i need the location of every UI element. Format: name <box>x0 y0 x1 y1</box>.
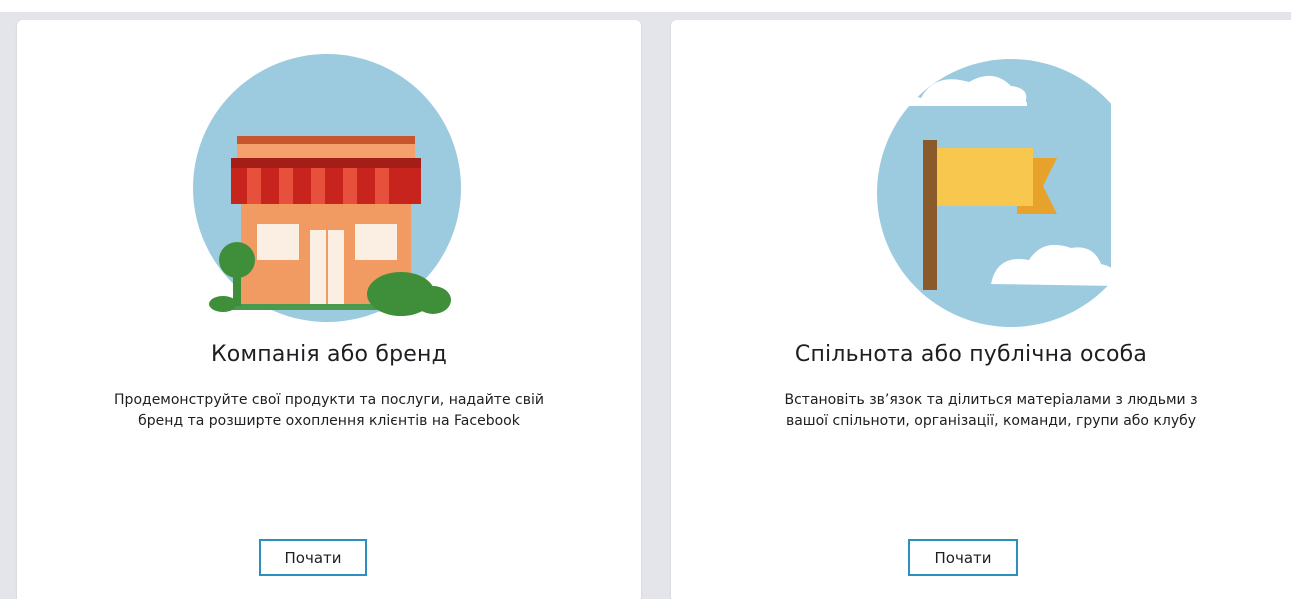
card-description-line: бренд та розширте охоплення клієнтів на … <box>138 413 520 429</box>
card-description-line: вашої спільноти, організації, команди, г… <box>785 413 1197 429</box>
community-card[interactable]: Спільнота або публічна особа Встановіть … <box>671 20 1291 599</box>
business-card[interactable]: Компанія або бренд Продемонструйте свої … <box>17 20 641 599</box>
storefront-icon <box>193 54 461 322</box>
get-started-button[interactable]: Почати <box>259 539 367 576</box>
page: Компанія або бренд Продемонструйте свої … <box>0 0 1291 599</box>
card-title: Компанія або бренд <box>210 342 448 367</box>
card-title: Спільнота або публічна особа <box>794 342 1148 367</box>
get-started-button[interactable]: Почати <box>908 539 1018 576</box>
card-description-line: Продемонструйте свої продукти та послуги… <box>114 392 544 408</box>
card-description: Встановіть зв’язок та ділиться матеріала… <box>711 390 1271 432</box>
card-description: Продемонструйте свої продукти та послуги… <box>37 390 621 432</box>
card-description-line: Встановіть зв’язок та ділиться матеріала… <box>784 392 1198 408</box>
flag-icon <box>831 59 1111 327</box>
